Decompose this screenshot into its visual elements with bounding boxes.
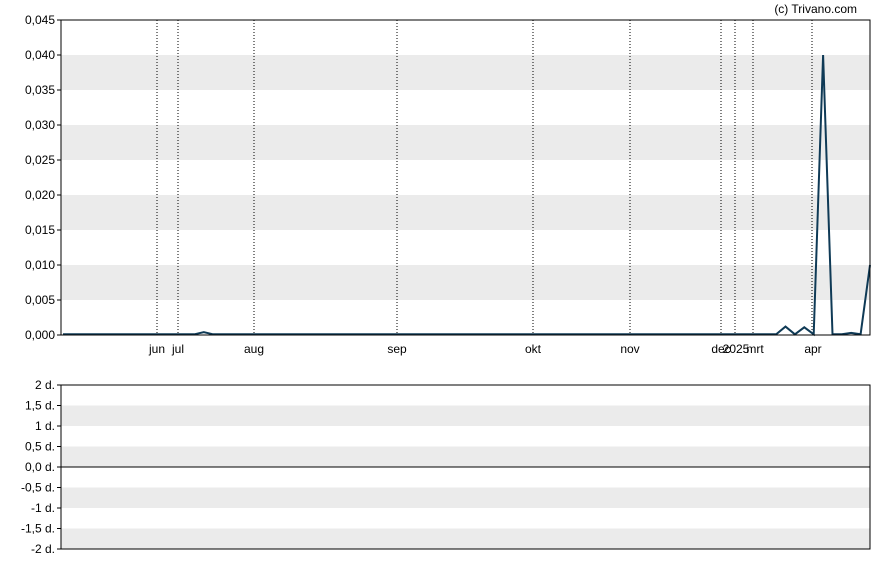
chart-canvas: jun jul aug sep okt nov dec2025mrt apr0,0450,04…: [21, 2, 871, 556]
volume-chart: 2 d. 1,5 d. 1 d. 0,5 d. 0,0 d. -0,5 d. -1 d. -1…: [21, 378, 871, 556]
copyright-label: (c) Trivano.com: [774, 2, 857, 16]
y-tick-label: 2 d.: [35, 378, 55, 392]
y-tick-label: 0,020: [25, 188, 55, 202]
y-tick-label: 0,010: [25, 258, 55, 272]
grid-band: [61, 528, 870, 549]
y-tick-label: 1,5 d.: [25, 399, 55, 413]
y-tick-label: 0,5 d.: [25, 440, 55, 454]
y-tick-label: 1 d.: [35, 419, 55, 433]
grid-band: [61, 125, 870, 160]
x-tick-label: nov: [620, 342, 639, 356]
x-tick-label: jun: [148, 342, 165, 356]
grid-band: [61, 405, 870, 426]
y-tick-label: 0,0 d.: [25, 460, 55, 474]
x-tick-label: sep: [387, 342, 407, 356]
y-tick-label: 0,005: [25, 293, 55, 307]
y-tick-label: 0,000: [25, 328, 55, 342]
y-tick-label: 0,025: [25, 153, 55, 167]
price-chart: jun jul aug sep okt nov dec2025mrt apr0,0450,04…: [25, 13, 871, 356]
x-tick-label: jul: [171, 342, 184, 356]
y-tick-label: 0,040: [25, 48, 55, 62]
x-tick-label: apr: [804, 342, 821, 356]
grid-band: [61, 265, 870, 300]
y-tick-label: 0,015: [25, 223, 55, 237]
y-tick-label: -1 d.: [31, 501, 55, 515]
grid-band: [61, 195, 870, 230]
x-tick-label: mrt: [746, 342, 764, 356]
y-tick-label: 0,045: [25, 13, 55, 27]
grid-band: [61, 487, 870, 508]
y-tick-label: -2 d.: [31, 542, 55, 556]
y-tick-label: -0,5 d.: [21, 481, 55, 495]
x-tick-label: aug: [244, 342, 264, 356]
grid-band: [61, 55, 870, 90]
y-tick-label: 0,030: [25, 118, 55, 132]
grid-band: [61, 446, 870, 467]
x-tick-label: okt: [525, 342, 542, 356]
y-tick-label: 0,035: [25, 83, 55, 97]
y-tick-label: -1,5 d.: [21, 522, 55, 536]
